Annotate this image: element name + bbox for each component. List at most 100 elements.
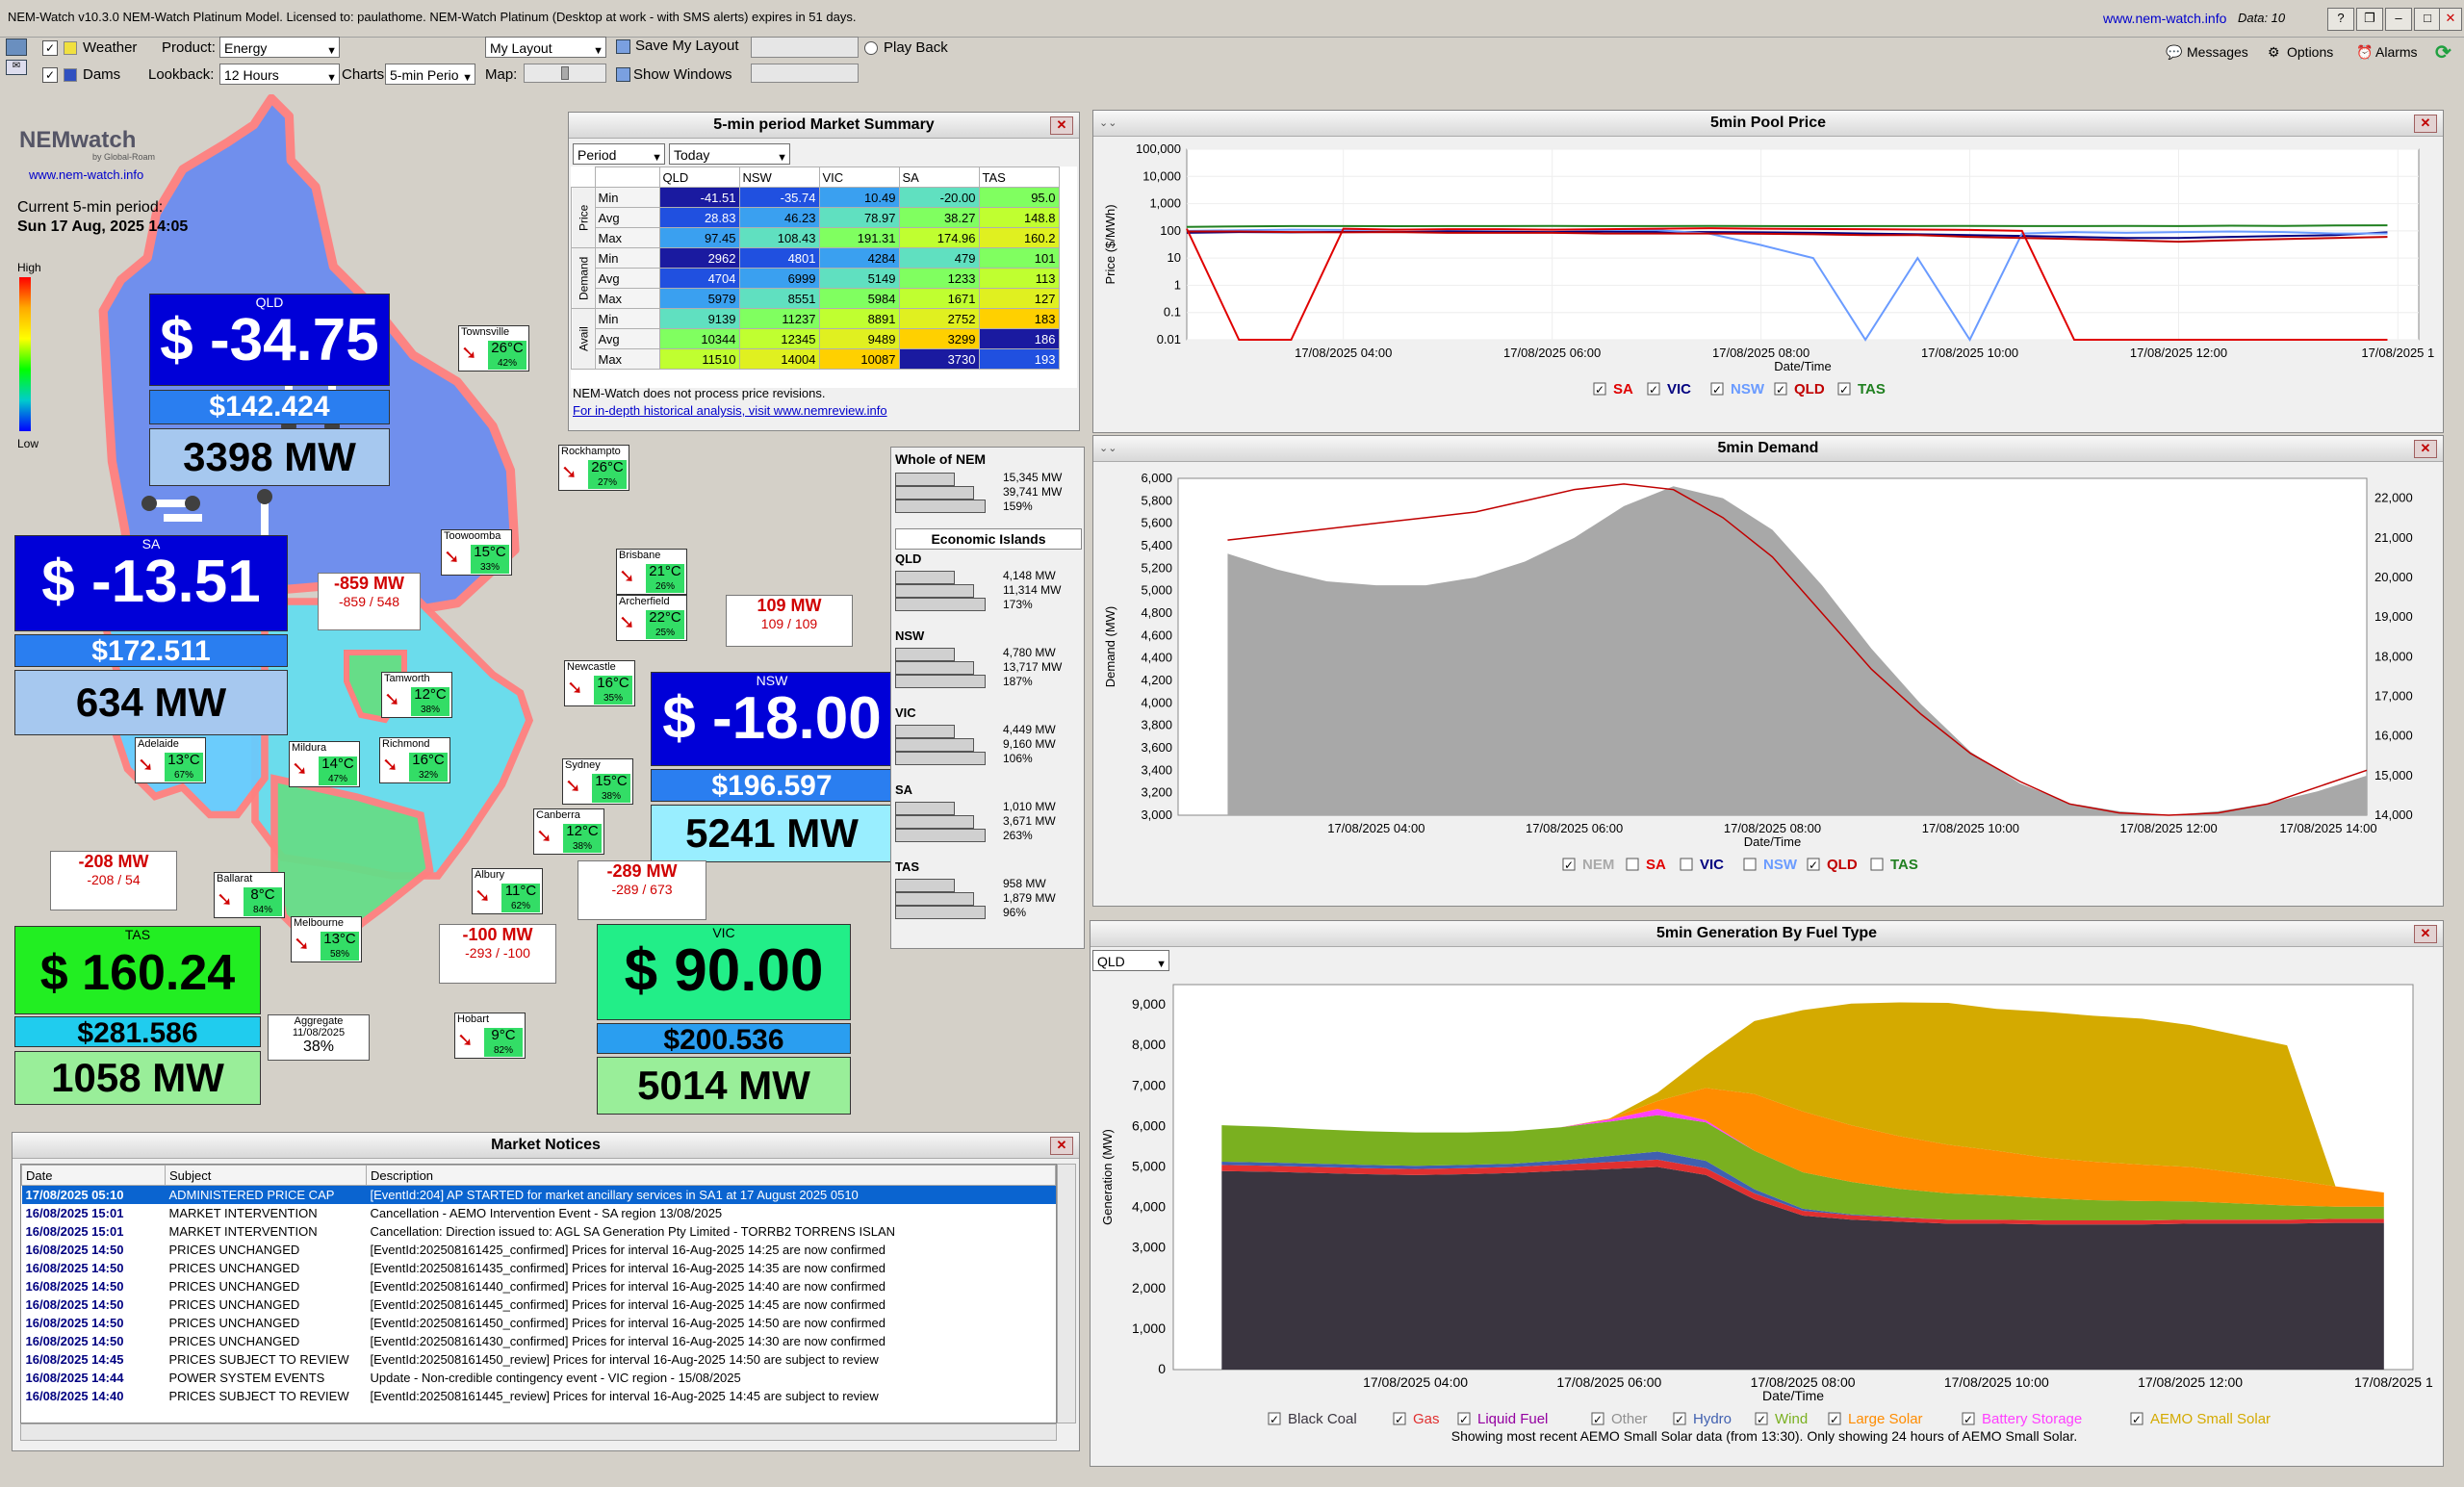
legend-item[interactable]: ✓ Hydro (1673, 1411, 1732, 1427)
weather-station[interactable]: Canberra ➘ 12°C 38% (533, 808, 604, 855)
close-icon[interactable]: ✕ (2414, 115, 2437, 133)
legend-checkbox[interactable] (1626, 858, 1639, 871)
legend-item[interactable]: SA (1626, 857, 1666, 873)
summary-day-select[interactable]: Today ▼ (669, 143, 790, 165)
flow-qni[interactable]: 109 MW 109 / 109 (726, 595, 853, 647)
weather-station[interactable]: Sydney ➘ 15°C 38% (562, 758, 633, 805)
legend-item[interactable]: ✓ TAS (1837, 381, 1886, 397)
legend-item[interactable]: ✓ QLD (1774, 381, 1825, 397)
flow-sa-vic[interactable]: -208 MW -208 / 54 (50, 851, 177, 910)
lookback-select[interactable]: 12 Hours ▼ (219, 64, 340, 85)
notice-row[interactable]: 16/08/2025 14:50 PRICES UNCHANGED [EventId… (22, 1259, 1056, 1277)
playback-speed-slider[interactable] (751, 37, 859, 58)
notice-row[interactable]: 17/08/2025 05:10 ADMINISTERED PRICE CAP [E… (21, 1185, 1056, 1204)
help-button[interactable]: ? (2327, 8, 2354, 31)
weather-station[interactable]: Hobart ➘ 9°C 82% (454, 1013, 526, 1059)
weather-station[interactable]: Rockhampto ➘ 26°C 27% (558, 445, 629, 491)
legend-item[interactable]: ✓ AEMO Small Solar (2130, 1411, 2271, 1427)
play-back-radio[interactable] (864, 41, 878, 55)
close-icon[interactable]: ✕ (1050, 1137, 1073, 1155)
weather-station[interactable]: Mildura ➘ 14°C 47% (289, 741, 360, 787)
chevron-down-icon[interactable]: ⌄⌄ (1099, 116, 1116, 129)
weather-station[interactable]: Brisbane ➘ 21°C 26% (616, 549, 687, 595)
legend-item[interactable]: ✓ Other (1591, 1411, 1648, 1427)
notice-row[interactable]: 16/08/2025 14:50 PRICES UNCHANGED [EventId… (22, 1241, 1056, 1259)
notice-row[interactable]: 16/08/2025 14:50 PRICES UNCHANGED [EventId… (22, 1332, 1056, 1350)
options-button[interactable]: Options (2287, 44, 2333, 60)
notices-hscrollbar[interactable] (20, 1423, 1057, 1441)
summary-period-select[interactable]: Period ▼ (573, 143, 665, 165)
flow-basslink[interactable]: -100 MW -293 / -100 (439, 924, 556, 984)
weather-station[interactable]: Melbourne ➘ 13°C 58% (291, 916, 362, 962)
legend-item[interactable]: TAS (1870, 857, 1918, 873)
charts-select[interactable]: 5-min Perio ▼ (385, 64, 475, 85)
notice-row[interactable]: 16/08/2025 14:45 PRICES SUBJECT TO REVIEW… (22, 1350, 1056, 1369)
legend-item[interactable]: ✓ QLD (1807, 857, 1858, 873)
flow-qld-nsw[interactable]: -859 MW -859 / 548 (318, 573, 421, 630)
flow-vic-nsw[interactable]: -289 MW -289 / 673 (578, 860, 706, 920)
refresh-icon[interactable]: ⟳ (2435, 40, 2451, 64)
legend-item[interactable]: ✓ Large Solar (1828, 1411, 1923, 1427)
notice-row[interactable]: 16/08/2025 14:50 PRICES UNCHANGED [EventId… (22, 1295, 1056, 1314)
product-select[interactable]: Energy ▼ (219, 37, 340, 58)
legend-checkbox[interactable] (1743, 858, 1757, 871)
island-region-block[interactable]: 4,780 MW 13,717 MW 187% (895, 644, 1080, 690)
legend-item[interactable]: ✓ Wind (1755, 1411, 1808, 1427)
island-region-block[interactable]: 4,449 MW 9,160 MW 106% (895, 721, 1080, 767)
map-zoom-slider[interactable] (524, 64, 606, 83)
notice-row[interactable]: 16/08/2025 14:50 PRICES UNCHANGED [EventId… (22, 1314, 1056, 1332)
save-layout-button[interactable]: Save My Layout (635, 38, 739, 54)
legend-item[interactable]: NSW (1743, 857, 1798, 873)
website-link[interactable]: www.nem-watch.info (2103, 11, 2226, 26)
dams-checkbox[interactable]: ✓ (42, 67, 58, 83)
notices-scrollbar[interactable] (1057, 1164, 1076, 1423)
weather-station[interactable]: Albury ➘ 11°C 62% (472, 868, 543, 914)
notices-list[interactable]: Date Subject Description 17/08/2025 05:10 A… (20, 1164, 1057, 1423)
vic-price-box[interactable]: VIC $ 90.00 (597, 924, 851, 1020)
layout-select[interactable]: My Layout ▼ (485, 37, 606, 58)
notice-row[interactable]: 16/08/2025 15:01 MARKET INTERVENTION Cance… (22, 1204, 1056, 1222)
weather-station[interactable]: Tamworth ➘ 12°C 38% (381, 672, 452, 718)
legend-item[interactable]: ✓ SA (1593, 381, 1633, 397)
weather-station[interactable]: Richmond ➘ 16°C 32% (379, 737, 450, 783)
nsw-price-box[interactable]: NSW $ -18.00 (651, 672, 893, 766)
whole-nem-block[interactable]: 15,345 MW 39,741 MW 159% (895, 469, 1080, 515)
qld-price-box[interactable]: QLD $ -34.75 (149, 294, 390, 386)
weather-station[interactable]: Ballarat ➘ 8°C 84% (214, 872, 285, 918)
weather-station[interactable]: Adelaide ➘ 13°C 67% (135, 737, 206, 783)
legend-item[interactable]: ✓ NSW (1710, 381, 1765, 397)
close-button[interactable]: ✕ (2439, 8, 2462, 31)
weather-checkbox[interactable]: ✓ (42, 40, 58, 56)
show-windows-button[interactable]: Show Windows (633, 66, 732, 83)
restore-button[interactable]: ❐ (2356, 8, 2383, 31)
playback-slider[interactable] (751, 64, 859, 83)
island-region-block[interactable]: 4,148 MW 11,314 MW 173% (895, 567, 1080, 613)
alarms-button[interactable]: Alarms (2375, 44, 2418, 60)
legend-item[interactable]: ✓ Black Coal (1268, 1411, 1357, 1427)
tas-price-box[interactable]: TAS $ 160.24 (14, 926, 261, 1014)
island-region-block[interactable]: 1,010 MW 3,671 MW 263% (895, 798, 1080, 844)
messages-button[interactable]: Messages (2187, 44, 2248, 60)
logo-url[interactable]: www.nem-watch.info (29, 167, 143, 182)
weather-station[interactable]: Townsville ➘ 26°C 42% (458, 325, 529, 372)
island-region-block[interactable]: 958 MW 1,879 MW 96% (895, 875, 1080, 921)
notice-row[interactable]: 16/08/2025 14:40 PRICES SUBJECT TO REVIEW… (22, 1387, 1056, 1405)
close-icon[interactable]: ✕ (2414, 440, 2437, 458)
dam-aggregate[interactable]: Aggregate 11/08/2025 38% (268, 1014, 370, 1061)
monitor-icon[interactable] (6, 38, 27, 56)
legend-item[interactable]: VIC (1680, 857, 1724, 873)
sa-price-box[interactable]: SA $ -13.51 (14, 535, 288, 631)
maximize-button[interactable]: □ (2414, 8, 2441, 31)
notice-row[interactable]: 16/08/2025 14:50 PRICES UNCHANGED [EventId… (22, 1277, 1056, 1295)
mail-icon[interactable]: ✉ (6, 60, 27, 75)
weather-station[interactable]: Archerfield ➘ 22°C 25% (616, 595, 687, 641)
minimize-button[interactable]: – (2385, 8, 2412, 31)
notice-row[interactable]: 16/08/2025 15:01 MARKET INTERVENTION Cance… (22, 1222, 1056, 1241)
legend-item[interactable]: ✓ Liquid Fuel (1457, 1411, 1548, 1427)
legend-checkbox[interactable] (1680, 858, 1693, 871)
generation-region-select[interactable]: QLD ▼ (1092, 950, 1169, 971)
chevron-down-icon[interactable]: ⌄⌄ (1099, 442, 1116, 454)
close-icon[interactable]: ✕ (1050, 116, 1073, 135)
legend-item[interactable]: ✓ VIC (1647, 381, 1691, 397)
legend-checkbox[interactable] (1870, 858, 1884, 871)
